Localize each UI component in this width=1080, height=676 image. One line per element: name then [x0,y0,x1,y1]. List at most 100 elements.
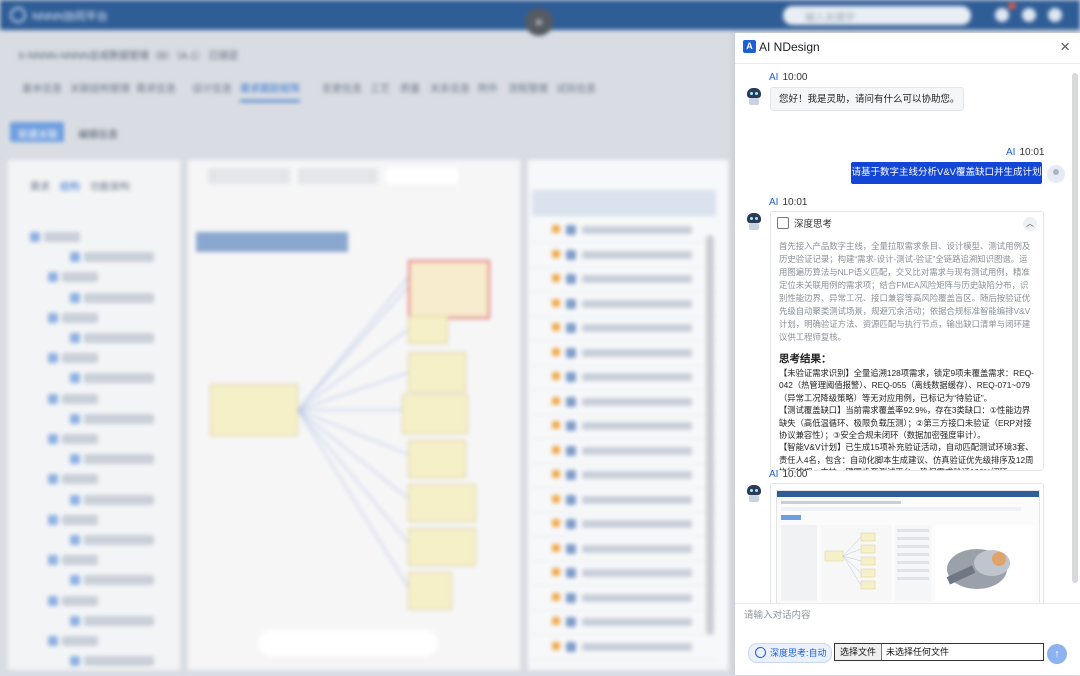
tree-node[interactable] [44,232,80,242]
tree-node[interactable] [62,353,98,364]
tree-node[interactable] [84,535,154,545]
table-row[interactable] [532,463,716,488]
close-icon[interactable]: × [1060,37,1070,57]
tree-node[interactable] [62,434,98,444]
target-node[interactable] [408,260,490,319]
tree-node[interactable] [62,272,98,283]
main-tab[interactable]: 试验信息 [556,80,596,95]
drawer-header: A AI NDesign × [735,33,1080,64]
tree-node[interactable] [84,413,154,424]
main-tab[interactable]: 质量 [400,80,420,95]
table-row[interactable] [532,292,716,317]
table-row[interactable] [532,316,716,341]
target-node[interactable] [408,528,476,566]
target-node[interactable] [408,440,466,478]
trace-canvas[interactable] [188,160,520,670]
file-input[interactable]: 选择文件 未选择任何文件 [834,643,1044,661]
chat-input[interactable]: 请输入对话内容 [744,607,811,621]
tree-node-icon [70,292,80,303]
table-row[interactable] [532,512,716,537]
table-row[interactable] [532,414,716,439]
table-row[interactable] [532,267,716,292]
warning-icon [552,617,560,625]
table-row[interactable] [532,439,716,464]
main-tab[interactable]: 基本信息 [22,80,62,95]
main-tab[interactable]: 工艺 [370,80,390,95]
tree-node[interactable] [84,292,154,303]
tree-node[interactable] [84,252,154,263]
table-row[interactable] [532,635,716,660]
main-tab[interactable]: 关系信息 [430,80,470,95]
tree-node[interactable] [62,474,98,485]
user-icon[interactable] [1022,8,1036,22]
table-row[interactable] [532,561,716,586]
source-node[interactable] [210,384,298,436]
tree-node[interactable] [84,575,154,586]
warning-icon [552,519,560,527]
deep-think-toggle[interactable]: 深度思考:自动 [748,643,832,663]
new-link-button[interactable]: 新建关联 [10,122,64,142]
choose-file-button[interactable]: 选择文件 [835,644,883,660]
main-tab[interactable]: 流程管理 [508,80,548,95]
scrollbar[interactable] [706,235,714,635]
table-row[interactable] [532,243,716,268]
ai-assistant-drawer: A AI NDesign × AI 10:00 您好！我是灵助，请问有什么可以协助… [735,33,1080,675]
close-overlay-icon[interactable]: × [525,8,553,36]
result-text: 【未验证需求识别】全量追溯128项需求，锁定9项未覆盖需求：REQ-042（热管… [779,368,1034,470]
table-row[interactable] [532,390,716,415]
doc-icon [566,323,576,333]
tree-node[interactable] [84,615,154,626]
warning-icon [552,445,560,454]
tree-node[interactable] [62,312,98,323]
table-row[interactable] [532,365,716,390]
main-tab[interactable]: 关联结构管理 [70,80,130,95]
target-node[interactable] [402,394,468,434]
doc-icon [566,445,576,456]
collapse-chevron-icon[interactable]: ︿ [1023,217,1037,231]
main-tab[interactable]: 变更信息 [322,80,362,95]
target-node[interactable] [408,316,448,344]
tree-node[interactable] [84,656,154,667]
left-tab[interactable]: 功能架构 [90,178,130,193]
row-text [582,446,692,455]
send-icon[interactable]: ↑ [1047,644,1067,664]
tree-node[interactable] [62,514,98,525]
message-meta: AI 10:00 [769,469,808,480]
message-list[interactable]: AI 10:00 您好！我是灵助，请问有什么可以协助您。 AI 10:01 请基于数… [735,63,1080,603]
table-row[interactable] [532,610,716,635]
table-row[interactable] [532,586,716,611]
target-node[interactable] [408,484,476,522]
tree-node[interactable] [62,595,98,606]
left-tab[interactable]: 结构 [60,178,80,193]
tree-node[interactable] [62,555,98,566]
global-search-input[interactable]: 输入关键字 [783,6,971,25]
deep-thinking-card: 深度思考 ︿ 首先接入产品数字主线，全量拉取需求条目、设计模型、测试用例及历史验… [770,211,1044,471]
image-message-card[interactable] [770,483,1044,603]
screenshot-preview-image[interactable] [776,490,1040,603]
notification-icon[interactable] [995,8,1009,22]
tree-node-icon [48,595,58,606]
table-row[interactable] [532,488,716,513]
edit-button[interactable]: 编辑信息 [70,122,126,142]
tree-node[interactable] [62,636,98,646]
requirement-table [528,160,728,670]
left-tab[interactable]: 需求 [30,178,50,193]
tree-node[interactable] [84,373,154,384]
main-tab[interactable]: 需求跟踪矩阵 [240,80,300,102]
main-tab[interactable]: 设计信息 [192,80,232,95]
main-tab[interactable]: 附件 [478,80,498,95]
target-node[interactable] [408,572,452,610]
main-tab[interactable]: 需求信息 [136,80,176,95]
table-row[interactable] [532,537,716,562]
table-row[interactable] [532,218,716,243]
tree-node[interactable] [84,494,154,505]
zoom-toolbar[interactable] [258,630,438,656]
target-node[interactable] [408,352,466,392]
settings-icon[interactable] [1048,8,1062,22]
tree-node[interactable] [62,393,98,404]
tree-node[interactable] [84,454,154,465]
table-row[interactable] [532,341,716,366]
message-scrollbar[interactable] [1072,73,1078,583]
message-meta: AI 10:00 [769,72,808,83]
tree-node[interactable] [84,333,154,343]
